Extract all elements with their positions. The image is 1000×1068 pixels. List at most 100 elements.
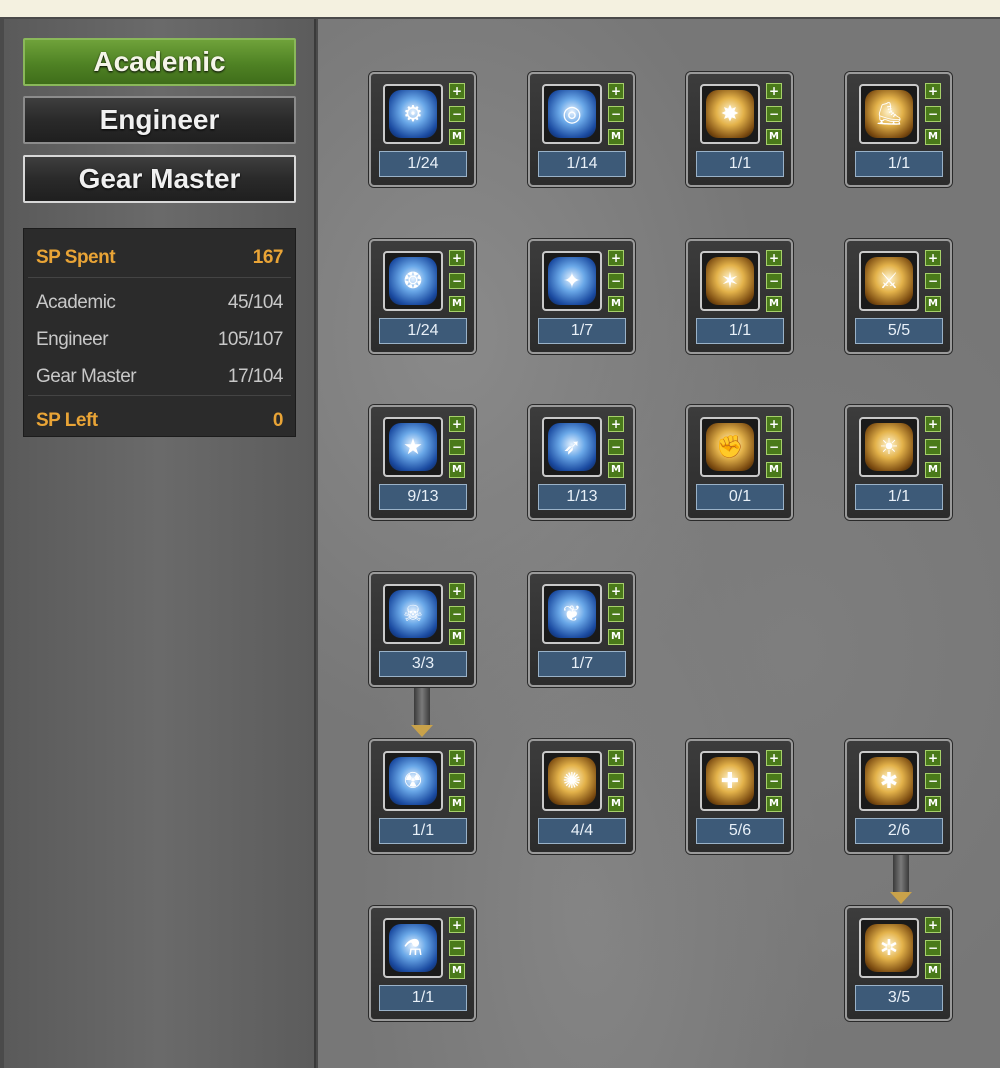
decrease-skill-button[interactable]: − xyxy=(449,606,465,622)
skull-icon: ☠ xyxy=(389,590,437,638)
decrease-skill-button[interactable]: − xyxy=(925,439,941,455)
decrease-skill-button[interactable]: − xyxy=(608,606,624,622)
decrease-skill-button[interactable]: − xyxy=(925,106,941,122)
sp-spent-row: SP Spent 167 xyxy=(36,247,284,269)
max-skill-button[interactable]: M xyxy=(925,129,941,145)
max-skill-button[interactable]: M xyxy=(766,462,782,478)
increase-skill-button[interactable]: + xyxy=(608,750,624,766)
increase-skill-button[interactable]: + xyxy=(925,917,941,933)
skill-icon-button[interactable]: ☢ xyxy=(383,751,443,811)
increase-skill-button[interactable]: + xyxy=(925,250,941,266)
skill-icon-button[interactable]: ⚗ xyxy=(383,918,443,978)
decrease-skill-button[interactable]: − xyxy=(608,773,624,789)
increase-skill-button[interactable]: + xyxy=(449,416,465,432)
decrease-skill-button[interactable]: − xyxy=(766,439,782,455)
skill-slot: ⚙ + − M 1/24 xyxy=(369,72,476,187)
increase-skill-button[interactable]: + xyxy=(766,416,782,432)
increase-skill-button[interactable]: + xyxy=(766,250,782,266)
skill-icon-button[interactable]: ✲ xyxy=(859,918,919,978)
increase-skill-button[interactable]: + xyxy=(925,416,941,432)
max-skill-button[interactable]: M xyxy=(766,296,782,312)
max-skill-button[interactable]: M xyxy=(449,462,465,478)
decrease-skill-button[interactable]: − xyxy=(608,273,624,289)
increase-skill-button[interactable]: + xyxy=(608,416,624,432)
decrease-skill-button[interactable]: − xyxy=(449,439,465,455)
skill-icon-button[interactable]: ★ xyxy=(383,417,443,477)
skill-icon-button[interactable]: ✚ xyxy=(700,751,760,811)
stat-label: Engineer xyxy=(36,329,109,350)
increase-skill-button[interactable]: + xyxy=(608,83,624,99)
decrease-skill-button[interactable]: − xyxy=(766,106,782,122)
decrease-skill-button[interactable]: − xyxy=(449,940,465,956)
max-skill-button[interactable]: M xyxy=(449,296,465,312)
max-skill-button[interactable]: M xyxy=(449,963,465,979)
skill-level-label: 1/14 xyxy=(538,151,626,177)
decrease-skill-button[interactable]: − xyxy=(925,273,941,289)
increase-skill-button[interactable]: + xyxy=(925,750,941,766)
increase-skill-button[interactable]: + xyxy=(766,83,782,99)
decrease-skill-button[interactable]: − xyxy=(449,106,465,122)
max-skill-button[interactable]: M xyxy=(608,462,624,478)
max-skill-button[interactable]: M xyxy=(766,796,782,812)
max-skill-button[interactable]: M xyxy=(608,296,624,312)
skill-icon-button[interactable]: ❦ xyxy=(542,584,602,644)
boot-icon: ⛸ xyxy=(865,90,913,138)
decrease-skill-button[interactable]: − xyxy=(608,439,624,455)
max-skill-button[interactable]: M xyxy=(608,796,624,812)
skill-icon-button[interactable]: ✺ xyxy=(542,751,602,811)
max-skill-button[interactable]: M xyxy=(925,296,941,312)
skill-icon-button[interactable]: ✸ xyxy=(700,84,760,144)
max-skill-button[interactable]: M xyxy=(925,796,941,812)
vortex-icon: ◎ xyxy=(548,90,596,138)
skill-icon-button[interactable]: ⚙ xyxy=(383,84,443,144)
increase-skill-button[interactable]: + xyxy=(925,83,941,99)
decrease-skill-button[interactable]: − xyxy=(449,273,465,289)
tab-gear-master[interactable]: Gear Master xyxy=(23,155,296,203)
skill-slot: ◎ + − M 1/14 xyxy=(528,72,635,187)
sp-left-row: SP Left 0 xyxy=(36,410,284,432)
skill-icon-button[interactable]: ➶ xyxy=(542,417,602,477)
max-skill-button[interactable]: M xyxy=(449,129,465,145)
decrease-skill-button[interactable]: − xyxy=(608,106,624,122)
skill-level-label: 1/1 xyxy=(855,484,943,510)
max-skill-button[interactable]: M xyxy=(925,462,941,478)
icon-glyph: ✶ xyxy=(720,268,740,294)
skill-icon-button[interactable]: ☠ xyxy=(383,584,443,644)
tab-engineer[interactable]: Engineer xyxy=(23,96,296,144)
skill-icon-button[interactable]: ✶ xyxy=(700,251,760,311)
skill-icon-button[interactable]: ✦ xyxy=(542,251,602,311)
max-skill-button[interactable]: M xyxy=(449,629,465,645)
increase-skill-button[interactable]: + xyxy=(449,917,465,933)
skill-level-label: 1/24 xyxy=(379,318,467,344)
skill-icon-button[interactable]: ⛸ xyxy=(859,84,919,144)
increase-skill-button[interactable]: + xyxy=(766,750,782,766)
decrease-skill-button[interactable]: − xyxy=(766,273,782,289)
decrease-skill-button[interactable]: − xyxy=(766,773,782,789)
decrease-skill-button[interactable]: − xyxy=(925,940,941,956)
sidebar: Academic Engineer Gear Master SP Spent 1… xyxy=(4,19,316,1068)
max-skill-button[interactable]: M xyxy=(449,796,465,812)
decrease-skill-button[interactable]: − xyxy=(449,773,465,789)
max-skill-button[interactable]: M xyxy=(766,129,782,145)
skill-icon-button[interactable]: ✱ xyxy=(859,751,919,811)
max-skill-button[interactable]: M xyxy=(608,629,624,645)
increase-skill-button[interactable]: + xyxy=(608,583,624,599)
skill-icon-button[interactable]: ☀ xyxy=(859,417,919,477)
icon-glyph: ⚔ xyxy=(879,268,899,294)
max-skill-button[interactable]: M xyxy=(925,963,941,979)
skill-icon-button[interactable]: ✊ xyxy=(700,417,760,477)
increase-skill-button[interactable]: + xyxy=(608,250,624,266)
skill-icon-button[interactable]: ◎ xyxy=(542,84,602,144)
increase-skill-button[interactable]: + xyxy=(449,750,465,766)
increase-skill-button[interactable]: + xyxy=(449,250,465,266)
skill-icon-button[interactable]: ⚔ xyxy=(859,251,919,311)
increase-skill-button[interactable]: + xyxy=(449,83,465,99)
skill-level-label: 1/7 xyxy=(538,651,626,677)
prerequisite-arrow xyxy=(414,685,430,725)
tab-academic[interactable]: Academic xyxy=(23,38,296,86)
decrease-skill-button[interactable]: − xyxy=(925,773,941,789)
skill-icon-button[interactable]: ❂ xyxy=(383,251,443,311)
increase-skill-button[interactable]: + xyxy=(449,583,465,599)
max-skill-button[interactable]: M xyxy=(608,129,624,145)
stat-row-academic: Academic 45/104 xyxy=(36,292,284,314)
